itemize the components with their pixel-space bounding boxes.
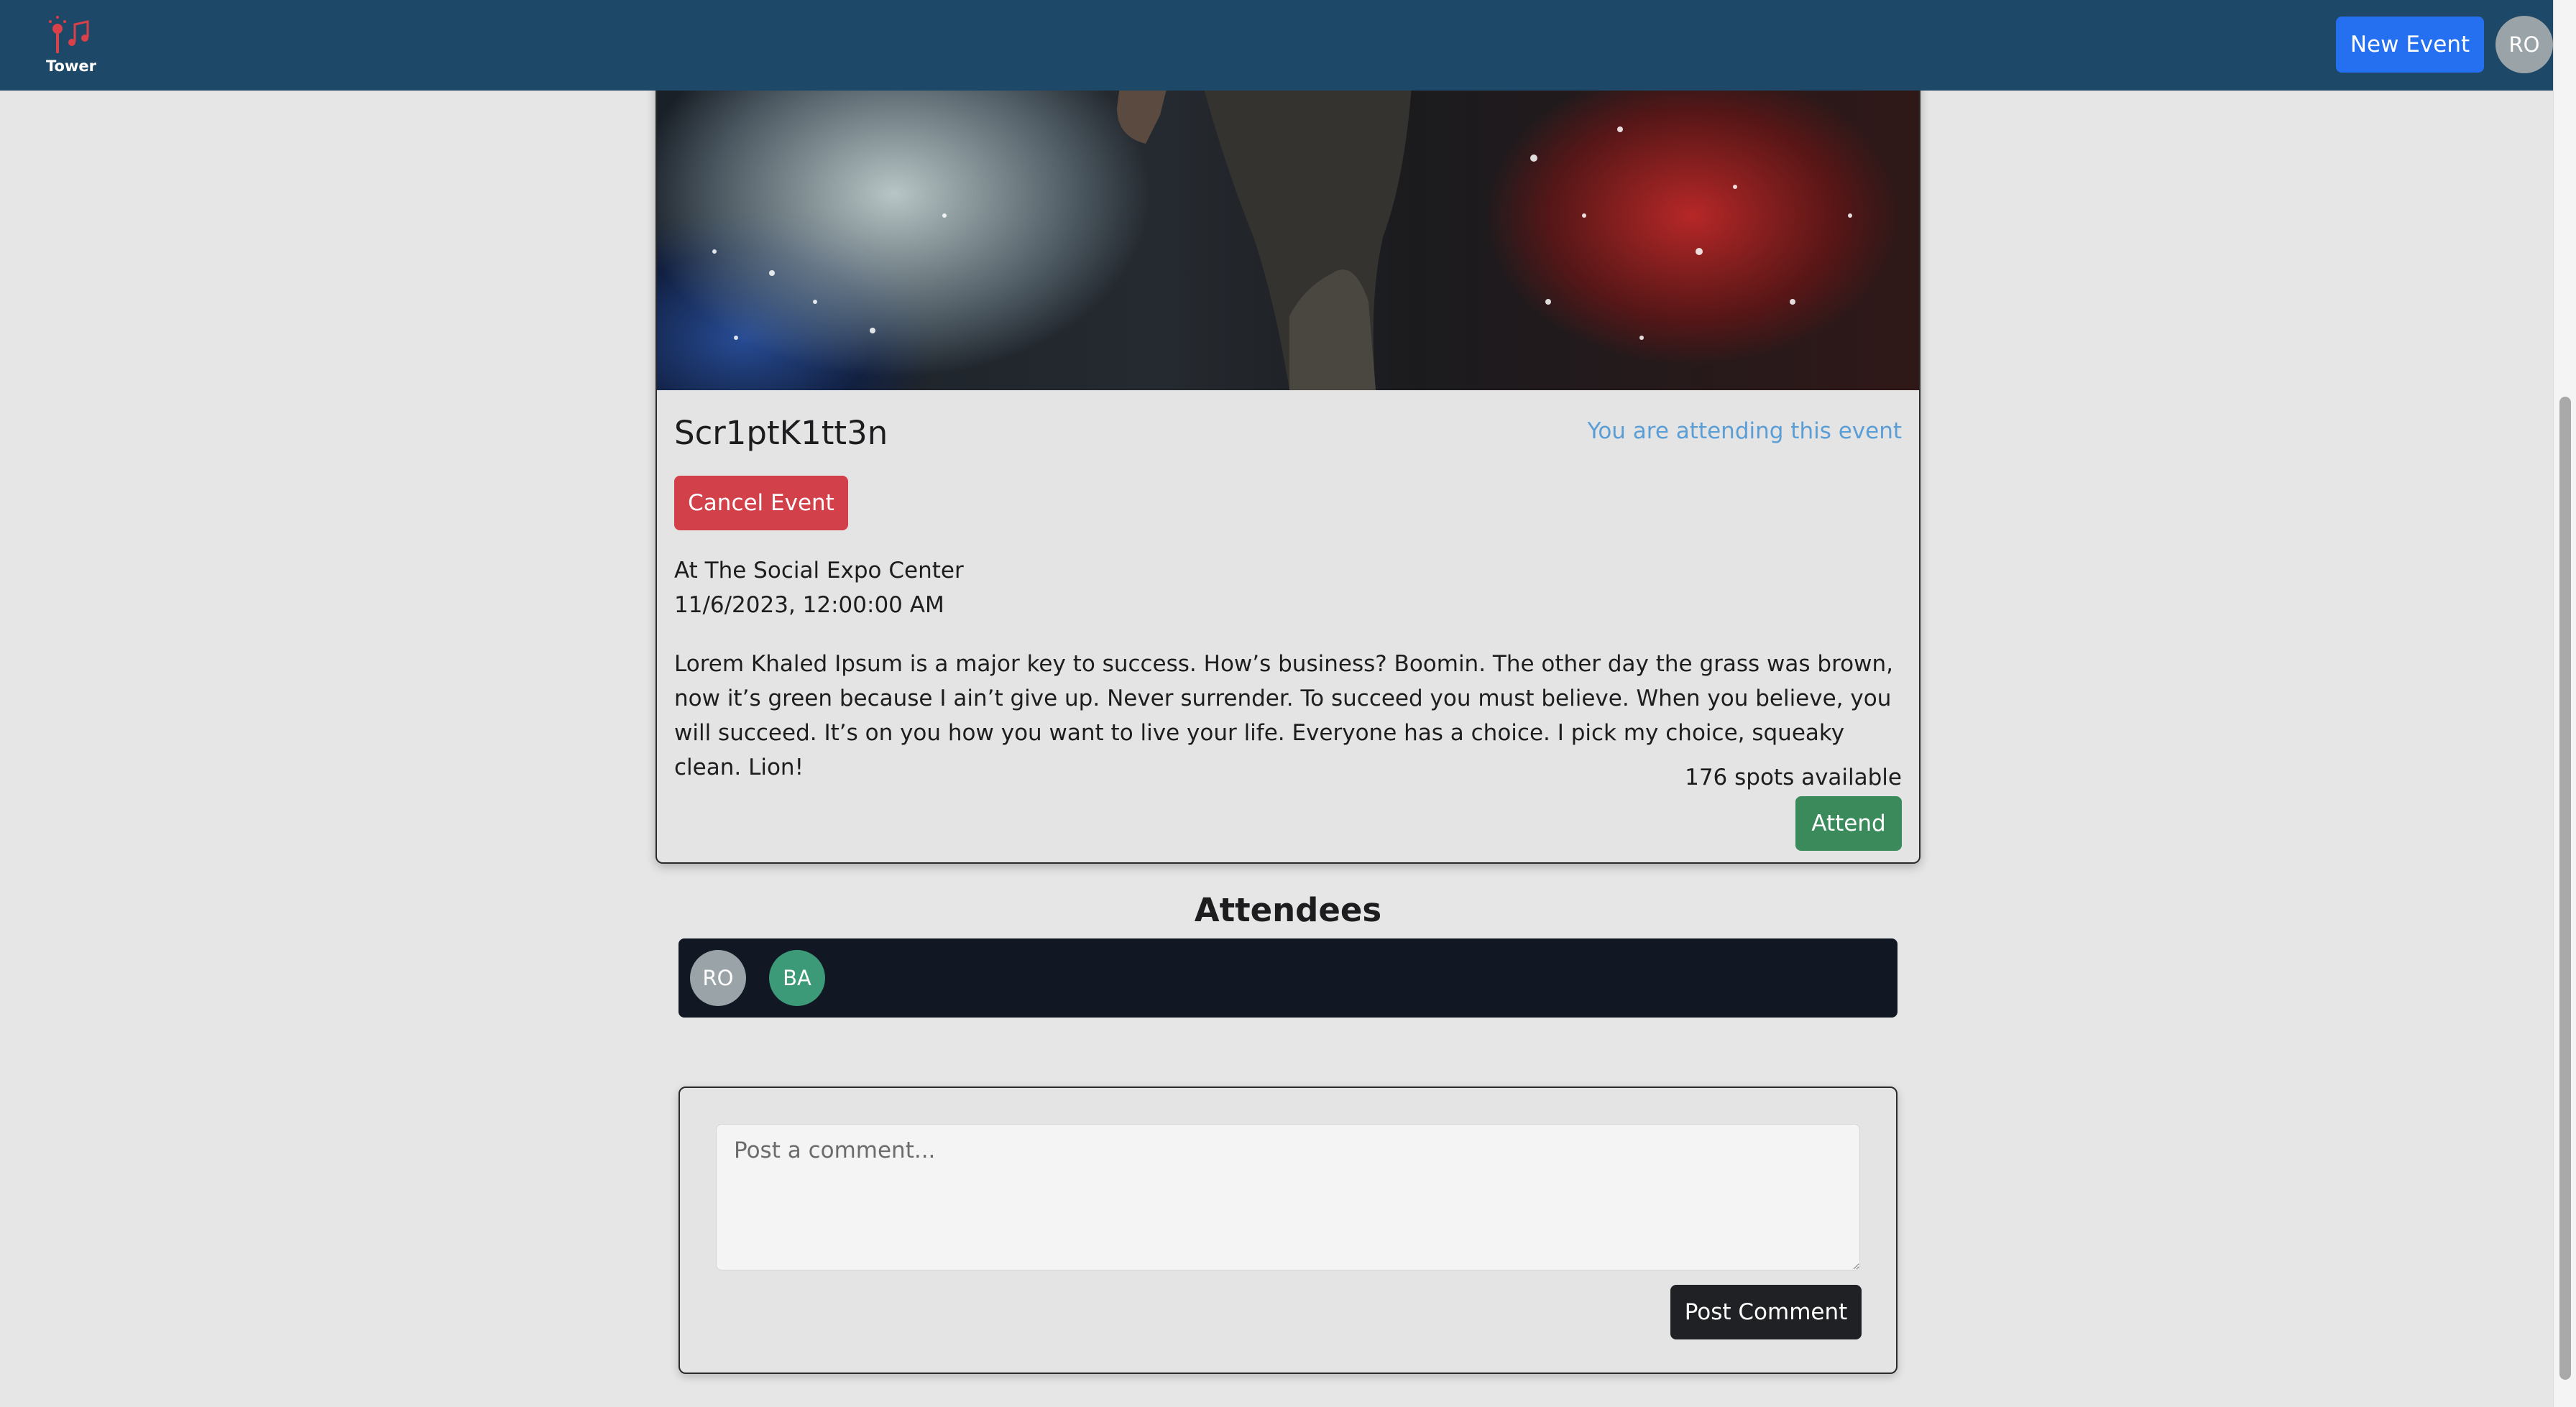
comment-form: Post Comment [678, 1087, 1898, 1374]
attending-status: You are attending this event [1587, 418, 1902, 444]
scrollbar-thumb[interactable] [2559, 397, 2571, 1380]
user-avatar[interactable]: RO [2496, 16, 2553, 73]
attendee-avatar[interactable]: RO [690, 950, 746, 1006]
cancel-event-button[interactable]: Cancel Event [674, 476, 848, 530]
post-comment-button[interactable]: Post Comment [1670, 1285, 1862, 1339]
attendees-list: RO BA [678, 938, 1898, 1018]
attend-button[interactable]: Attend [1795, 796, 1902, 851]
new-event-button[interactable]: New Event [2336, 17, 2484, 73]
attendee-avatar[interactable]: BA [769, 950, 825, 1006]
event-title: Scr1ptK1tt3n [674, 414, 888, 452]
top-navbar: Tower New Event RO [0, 0, 2553, 91]
event-card: Scr1ptK1tt3n You are attending this even… [656, 0, 1920, 864]
event-location: At The Social Expo Center [674, 558, 964, 583]
attendees-heading: Attendees [1194, 891, 1382, 929]
page-scrollbar[interactable] [2553, 0, 2576, 1407]
event-datetime: 11/6/2023, 12:00:00 AM [674, 592, 944, 618]
comment-input[interactable] [716, 1124, 1860, 1270]
logo-text: Tower [46, 57, 96, 75]
spots-available: 176 spots available [1685, 765, 1902, 790]
